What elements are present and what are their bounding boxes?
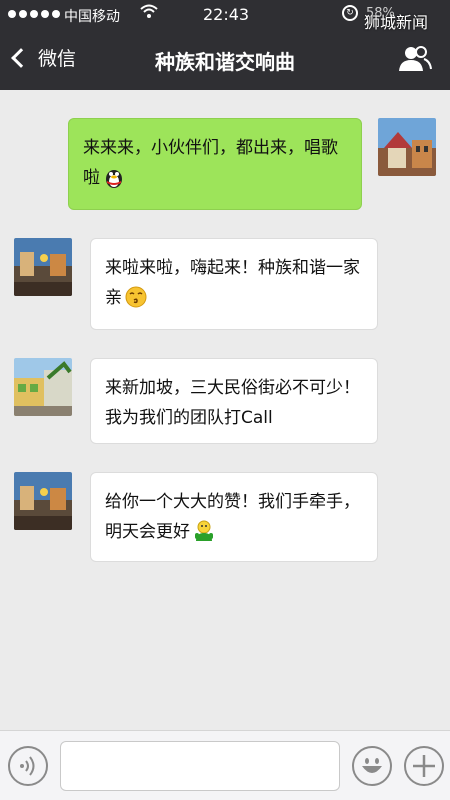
status-bar: 中国移动 22:43 ↻ 58% 狮城新闻 — [0, 0, 450, 32]
avatar[interactable] — [14, 238, 72, 296]
carrier-label: 中国移动 — [64, 9, 120, 25]
message-bubble[interactable]: 来新加坡，三大民俗街必不可少！我为我们的团队打Call — [90, 358, 378, 444]
chat-title: 种族和谐交响曲 — [155, 50, 295, 74]
penguin-emoji — [106, 170, 122, 188]
avatar[interactable] — [14, 358, 72, 416]
message-text: 给你一个大大的赞！我们手牵手，明天会更好 — [105, 492, 360, 542]
message-bubble[interactable]: 给你一个大大的赞！我们手牵手，明天会更好 — [90, 472, 378, 562]
voice-button[interactable] — [8, 746, 48, 786]
people-icon[interactable] — [398, 45, 432, 73]
lock-rotation-icon: ↻ — [342, 5, 358, 21]
emoji-button[interactable] — [352, 746, 392, 786]
emoji-icon — [362, 758, 382, 773]
input-bar — [0, 730, 450, 800]
clock: 22:43 — [203, 5, 250, 24]
plus-button[interactable] — [404, 746, 444, 786]
thumbs-up-person-emoji — [195, 520, 213, 541]
avatar[interactable] — [378, 118, 436, 176]
message-input[interactable] — [60, 741, 340, 791]
avatar[interactable] — [14, 472, 72, 530]
message-bubble[interactable]: 来来来，小伙伴们，都出来，唱歌啦 — [68, 118, 362, 210]
top-bar: 中国移动 22:43 ↻ 58% 狮城新闻 微信 种族和谐交响曲 — [0, 0, 450, 90]
plus-icon — [413, 755, 435, 777]
signal-strength-icon — [8, 10, 60, 18]
kiss-face-emoji — [125, 286, 147, 308]
wifi-icon — [140, 3, 158, 23]
voice-icon — [20, 756, 35, 776]
message-text: 来新加坡，三大民俗街必不可少！我为我们的团队打Call — [105, 378, 360, 428]
message-bubble[interactable]: 来啦来啦，嗨起来！种族和谐一家亲 — [90, 238, 378, 330]
chat-header: 微信 种族和谐交响曲 — [0, 30, 450, 90]
